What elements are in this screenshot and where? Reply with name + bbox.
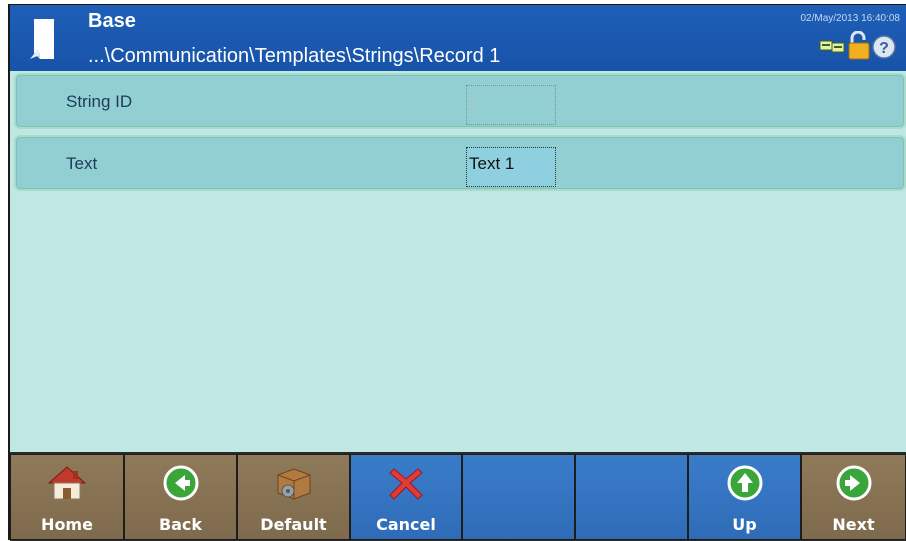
text-field[interactable]: Text 1	[466, 147, 556, 187]
next-button[interactable]: Next	[801, 454, 906, 540]
empty-softkey-2[interactable]	[575, 454, 688, 540]
cancel-x-icon	[389, 468, 423, 500]
home-button[interactable]: Home	[10, 454, 124, 540]
field-row-string-id: String ID 1	[14, 73, 906, 129]
content-area: String ID 1 Text Text 1	[10, 71, 906, 452]
app-window: Base ...\Communication\Templates\Strings…	[8, 4, 906, 541]
date-time: 02/May/2013 16:40:08	[800, 13, 900, 24]
up-arrow-icon	[727, 465, 762, 501]
next-arrow-icon	[836, 465, 871, 501]
home-icon	[47, 466, 87, 500]
lock-icon[interactable]	[848, 31, 870, 60]
default-box-gear-icon	[277, 468, 310, 500]
softkey-bar: Home Back Default Cancel Up Next	[10, 452, 906, 541]
back-arrow-icon	[163, 465, 198, 501]
document-icon	[30, 19, 54, 59]
page-title: Base	[88, 10, 136, 32]
next-label: Next	[832, 515, 875, 534]
field-row-text: Text Text 1	[14, 135, 906, 191]
text-label: Text	[66, 154, 98, 173]
up-label: Up	[732, 515, 757, 534]
default-button[interactable]: Default	[237, 454, 350, 540]
home-label: Home	[41, 515, 93, 534]
cancel-label: Cancel	[376, 515, 436, 534]
header-bar: Base ...\Communication\Templates\Strings…	[10, 5, 906, 71]
default-label: Default	[260, 515, 327, 534]
string-id-label: String ID	[66, 92, 133, 111]
back-button[interactable]: Back	[124, 454, 237, 540]
string-id-field: 1	[466, 85, 556, 125]
empty-softkey-1[interactable]	[462, 454, 575, 540]
cancel-button[interactable]: Cancel	[350, 454, 462, 540]
status-icons: ?	[819, 31, 896, 60]
help-icon[interactable]: ?	[872, 35, 896, 59]
up-button[interactable]: Up	[688, 454, 801, 540]
breadcrumb-path: ...\Communication\Templates\Strings\Reco…	[88, 45, 501, 67]
network-status-icon	[819, 40, 845, 53]
back-label: Back	[158, 515, 203, 534]
svg-text:?: ?	[879, 40, 889, 57]
